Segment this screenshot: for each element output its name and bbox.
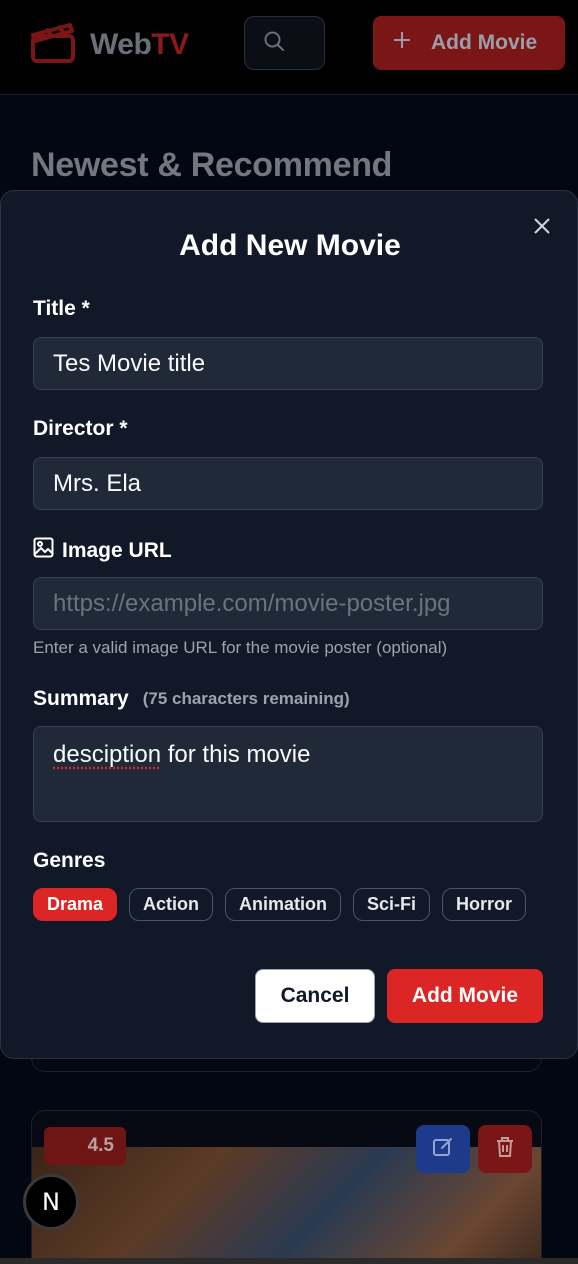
add-movie-modal: Add New Movie Title * Tes Movie title Di… bbox=[0, 190, 578, 1059]
image-url-label-text: Image URL bbox=[62, 539, 172, 563]
image-url-input[interactable]: https://example.com/movie-poster.jpg bbox=[33, 577, 543, 630]
delete-button[interactable] bbox=[478, 1125, 532, 1173]
trash-icon bbox=[495, 1136, 515, 1163]
rating-badge: 4.5 bbox=[44, 1127, 126, 1165]
summary-misspelled-word: desciption bbox=[53, 741, 161, 768]
logo[interactable]: WebTV bbox=[30, 20, 189, 69]
dev-tools-badge-label: N bbox=[42, 1188, 60, 1216]
summary-label-text: Summary bbox=[33, 687, 129, 711]
genre-chip-scifi[interactable]: Sci-Fi bbox=[353, 888, 430, 921]
genre-chip-drama[interactable]: Drama bbox=[33, 888, 117, 921]
add-movie-nav-label: Add Movie bbox=[431, 31, 537, 55]
summary-textarea[interactable]: desciption for this movie bbox=[33, 726, 543, 822]
genre-chip-action[interactable]: Action bbox=[129, 888, 213, 921]
search-button[interactable] bbox=[244, 16, 325, 70]
genre-chip-horror[interactable]: Horror bbox=[442, 888, 526, 921]
summary-label: Summary (75 characters remaining) bbox=[33, 687, 350, 711]
edit-button[interactable] bbox=[416, 1125, 470, 1173]
image-icon bbox=[33, 537, 54, 564]
director-label: Director * bbox=[33, 417, 128, 441]
search-icon bbox=[263, 30, 285, 57]
logo-text-web: Web bbox=[90, 28, 151, 61]
top-navbar: WebTV Add Movie bbox=[0, 0, 578, 95]
title-label: Title * bbox=[33, 297, 90, 321]
clapperboard-icon bbox=[30, 20, 78, 69]
genre-list: Drama Action Animation Sci-Fi Horror bbox=[33, 888, 526, 921]
title-input[interactable]: Tes Movie title bbox=[33, 337, 543, 390]
director-input[interactable]: Mrs. Ela bbox=[33, 457, 543, 510]
image-url-label: Image URL bbox=[33, 537, 172, 564]
modal-title: Add New Movie bbox=[1, 229, 578, 263]
edit-icon bbox=[432, 1136, 454, 1163]
page-heading: Newest & Recommend bbox=[31, 146, 392, 185]
plus-icon bbox=[393, 31, 411, 55]
bottom-strip bbox=[0, 1258, 578, 1264]
dev-tools-badge[interactable]: N bbox=[23, 1174, 79, 1230]
image-url-help: Enter a valid image URL for the movie po… bbox=[33, 638, 447, 658]
logo-text-tv: TV bbox=[151, 28, 188, 61]
genre-chip-animation[interactable]: Animation bbox=[225, 888, 341, 921]
add-movie-nav-button[interactable]: Add Movie bbox=[373, 16, 565, 70]
rating-value: 4.5 bbox=[88, 1135, 114, 1157]
summary-remaining: (75 characters remaining) bbox=[143, 689, 350, 709]
movie-card[interactable]: 4.5 bbox=[31, 1110, 542, 1264]
summary-text: for this movie bbox=[161, 741, 310, 768]
genres-label: Genres bbox=[33, 849, 105, 873]
add-movie-submit-button[interactable]: Add Movie bbox=[387, 969, 543, 1023]
cancel-button[interactable]: Cancel bbox=[255, 969, 375, 1023]
